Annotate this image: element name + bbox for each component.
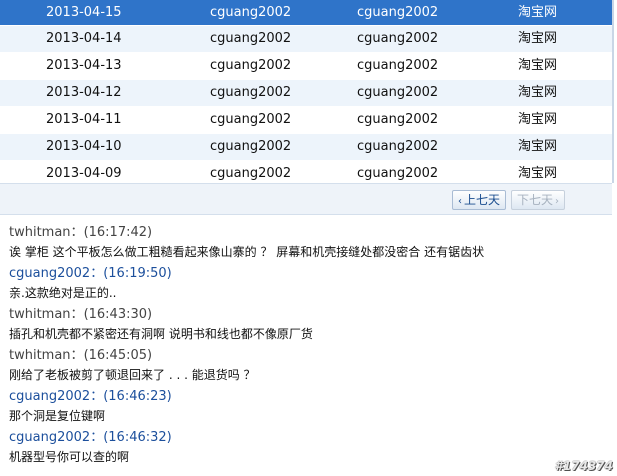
seller-cell: cguang2002 — [357, 85, 439, 100]
sender-name: cguang2002 — [9, 266, 91, 281]
message-time: (16:45:05) — [83, 348, 153, 363]
table-row[interactable]: 2013-04-14 cguang2002 cguang2002 淘宝网 — [0, 26, 612, 53]
date-cell: 2013-04-12 — [46, 85, 122, 100]
buyer-cell: cguang2002 — [210, 85, 292, 100]
buyer-cell: cguang2002 — [210, 5, 292, 20]
site-cell: 淘宝网 — [518, 139, 558, 154]
message-time: (16:43:30) — [83, 307, 153, 322]
chevron-left-icon: ‹ — [458, 196, 462, 207]
site-cell: 淘宝网 — [518, 5, 558, 20]
table-row[interactable]: 2013-04-15 cguang2002 cguang2002 淘宝网 — [0, 0, 612, 26]
site-cell: 淘宝网 — [518, 31, 558, 46]
seller-cell: cguang2002 — [357, 5, 439, 20]
date-cell: 2013-04-14 — [46, 31, 122, 46]
message-header: twhitman：(16:43:30) — [9, 307, 153, 322]
seller-cell: cguang2002 — [357, 31, 439, 46]
seller-cell: cguang2002 — [357, 112, 439, 127]
message-time: (16:46:32) — [103, 430, 172, 445]
chat-message: twhitman：(16:17:42) 诶 掌柜 这个平板怎么做工粗糙看起来像山… — [9, 224, 484, 262]
date-cell: 2013-04-11 — [46, 112, 122, 127]
scrollbar-edge — [612, 0, 614, 183]
message-header: cguang2002：(16:46:32) — [9, 430, 172, 445]
seller-cell: cguang2002 — [357, 58, 439, 73]
message-text: 刚给了老板被剪了顿退回来了 . . . 能退货吗 ？ — [9, 368, 256, 382]
site-cell: 淘宝网 — [518, 85, 558, 100]
table-row[interactable]: 2013-04-11 cguang2002 cguang2002 淘宝网 — [0, 107, 612, 134]
buyer-cell: cguang2002 — [210, 31, 292, 46]
chat-message: cguang2002：(16:19:50) 亲.这款绝对是正的.. — [9, 265, 172, 303]
buyer-cell: cguang2002 — [210, 58, 292, 73]
sender-name: cguang2002 — [9, 389, 91, 404]
message-time: (16:46:23) — [103, 389, 172, 404]
date-cell: 2013-04-10 — [46, 139, 122, 154]
message-text: 插孔和机壳都不紧密还有洞啊 说明书和线也都不像原厂货 — [9, 327, 313, 341]
message-text: 那个洞是复位键啊 — [9, 409, 106, 423]
next-week-button[interactable]: 下七天 › — [511, 190, 566, 210]
buyer-cell: cguang2002 — [210, 139, 292, 154]
site-cell: 淘宝网 — [518, 58, 558, 73]
date-cell: 2013-04-13 — [46, 58, 122, 73]
chat-message: cguang2002：(16:46:32) 机器型号你可以查的啊 — [9, 429, 172, 467]
message-header: cguang2002：(16:46:23) — [9, 389, 172, 404]
sender-name: twhitman — [9, 225, 71, 240]
order-table: 2013-04-15 cguang2002 cguang2002 淘宝网 201… — [0, 0, 612, 188]
next-week-label: 下七天 — [517, 193, 554, 207]
prev-week-label: 上七天 — [464, 193, 501, 207]
pagination-bar: ‹ 上七天 下七天 › — [0, 183, 612, 215]
date-cell: 2013-04-15 — [46, 5, 122, 20]
message-text: 诶 掌柜 这个平板怎么做工粗糙看起来像山寨的 ？ 屏幕和机壳接缝处都没密合 还有… — [9, 245, 485, 259]
message-time: (16:17:42) — [83, 225, 153, 240]
message-text: 亲.这款绝对是正的.. — [9, 286, 117, 300]
message-header: twhitman：(16:45:05) — [9, 348, 153, 363]
site-cell: 淘宝网 — [518, 112, 558, 127]
table-row[interactable]: 2013-04-13 cguang2002 cguang2002 淘宝网 — [0, 53, 612, 80]
image-id-watermark: #174374 — [554, 459, 613, 473]
table-row[interactable]: 2013-04-10 cguang2002 cguang2002 淘宝网 — [0, 134, 612, 161]
message-header: twhitman：(16:17:42) — [9, 225, 153, 240]
chat-message: twhitman：(16:45:05) 刚给了老板被剪了顿退回来了 . . . … — [9, 347, 256, 385]
buyer-cell: cguang2002 — [210, 112, 292, 127]
chevron-right-icon: › — [555, 196, 560, 207]
seller-cell: cguang2002 — [357, 139, 439, 154]
sender-name: cguang2002 — [9, 430, 91, 445]
message-text: 机器型号你可以查的啊 — [9, 450, 130, 464]
chat-message: twhitman：(16:43:30) 插孔和机壳都不紧密还有洞啊 说明书和线也… — [9, 306, 313, 344]
sender-name: twhitman — [9, 348, 71, 363]
sender-name: twhitman — [9, 307, 71, 322]
message-time: (16:19:50) — [103, 266, 172, 281]
message-header: cguang2002：(16:19:50) — [9, 266, 172, 281]
chat-message: cguang2002：(16:46:23) 那个洞是复位键啊 — [9, 388, 172, 426]
prev-week-button[interactable]: ‹ 上七天 — [452, 190, 507, 210]
table-row[interactable]: 2013-04-12 cguang2002 cguang2002 淘宝网 — [0, 80, 612, 107]
